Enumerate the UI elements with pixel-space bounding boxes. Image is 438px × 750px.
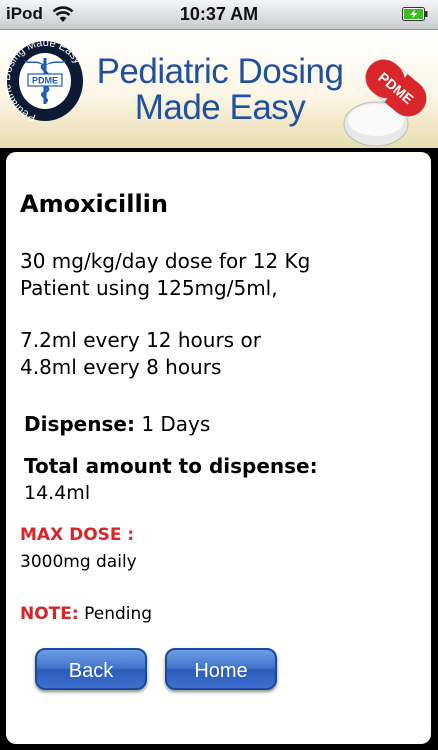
status-bar: iPod 10:37 AM: [0, 0, 438, 30]
app-title-line1: Pediatric Dosing: [96, 52, 344, 91]
dispense-row: Dispense: 1 Days: [24, 412, 210, 436]
dispense-label: Dispense:: [24, 412, 135, 436]
total-amount-value: 14.4ml: [24, 482, 91, 504]
battery-charging-icon: [402, 7, 428, 21]
app-title: Pediatric Dosing Made Easy: [96, 54, 344, 126]
note-label: NOTE:: [20, 604, 79, 624]
total-amount-label: Total amount to dispense:: [24, 454, 318, 478]
svg-text:PDME: PDME: [32, 76, 58, 86]
drug-name: Amoxicillin: [20, 190, 168, 218]
home-button[interactable]: Home: [165, 648, 277, 690]
pill-icon: PDME: [343, 59, 427, 147]
dose-description: 30 mg/kg/day dose for 12 Kg Patient usin…: [20, 249, 311, 300]
max-dose-value: 3000mg daily: [20, 552, 137, 572]
app-title-line2: Made Easy: [134, 88, 306, 127]
dispense-value: 1 Days: [141, 412, 211, 436]
dosing-regimen: 7.2ml every 12 hours or 4.8ml every 8 ho…: [20, 328, 261, 379]
app-header: Pediatric Dosing Made Easy PDME Pediatri…: [0, 30, 438, 148]
clock: 10:37 AM: [179, 4, 259, 24]
pdme-logo: Pediatric Dosing Made Easy PDME: [6, 37, 84, 124]
max-dose-label: MAX DOSE :: [20, 525, 135, 545]
note-row: NOTE: Pending: [20, 604, 152, 624]
back-button[interactable]: Back: [35, 648, 147, 690]
note-value: Pending: [84, 604, 153, 624]
